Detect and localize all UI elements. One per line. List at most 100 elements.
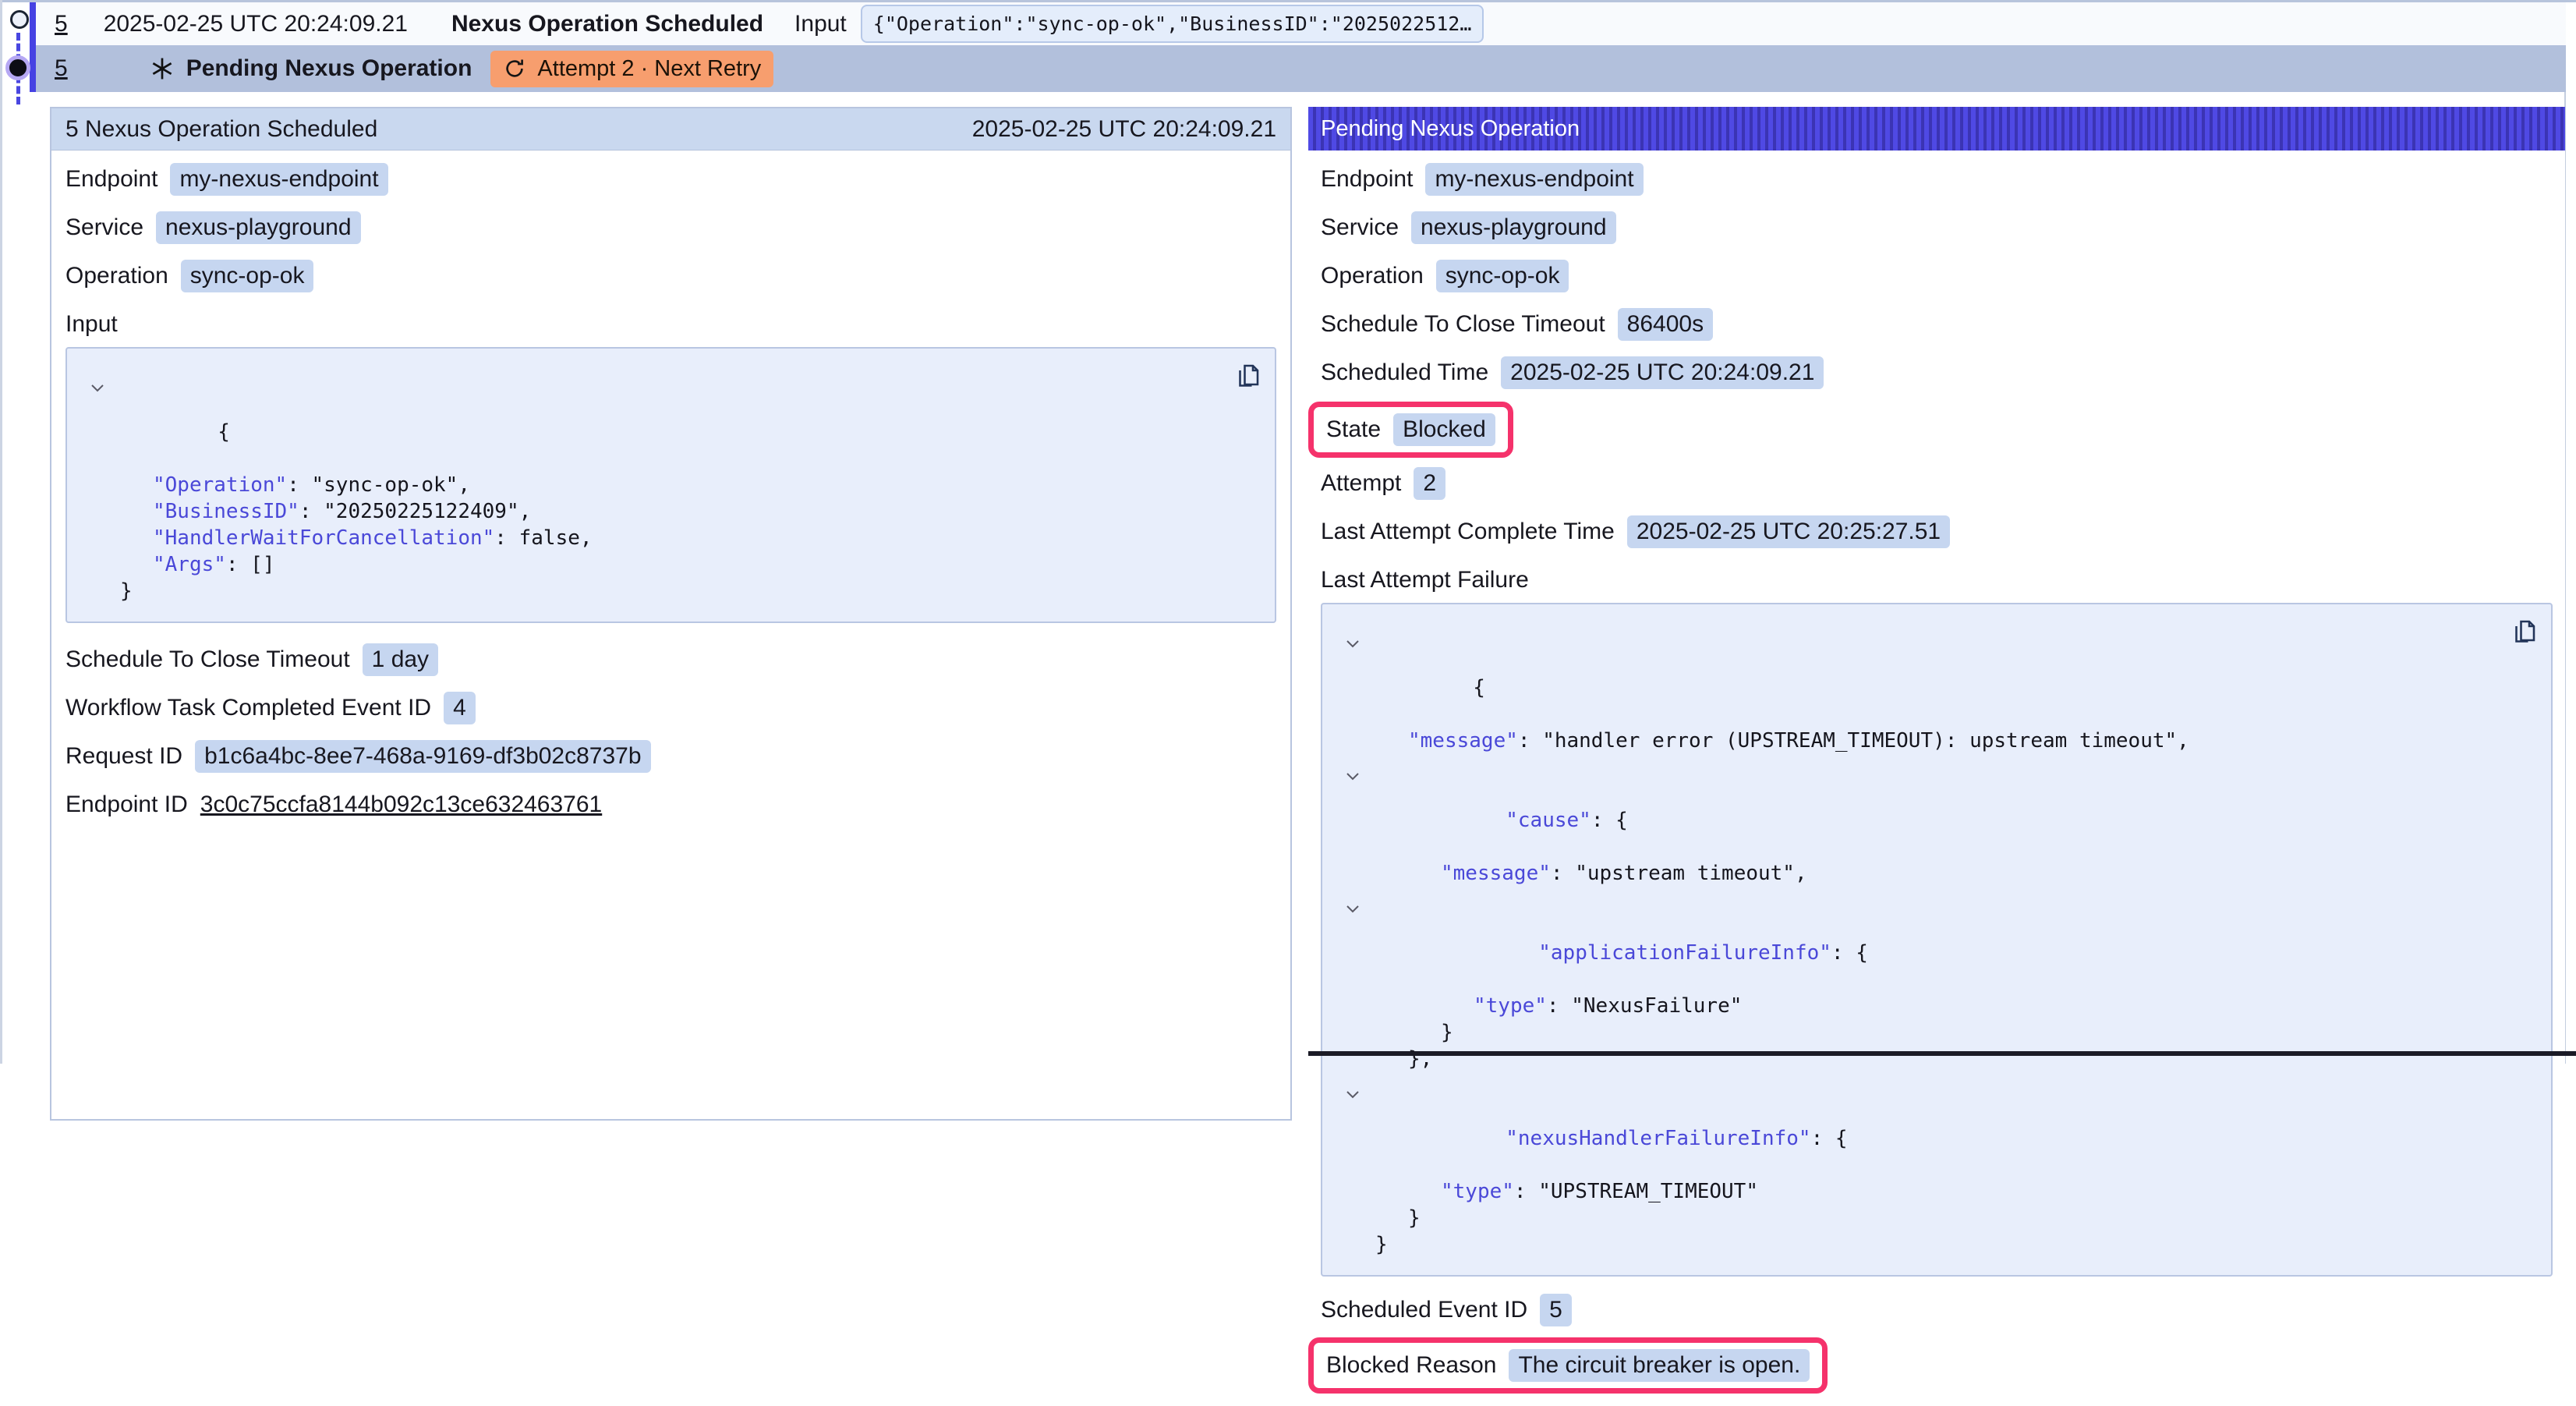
field-scheduled-event-id: Scheduled Event ID 5 [1321,1294,2553,1326]
event-row-pending[interactable]: 5 Pending Nexus Operation Attempt 2 · Ne… [36,45,2566,92]
page-left-border [0,0,2,1064]
event-input-label: Input [794,11,847,37]
code-line: "message": "handler error (UPSTREAM_TIME… [1338,728,2535,754]
failure-section-label: Last Attempt Failure [1321,564,2553,597]
field-value-chip: 2 [1414,467,1445,500]
field-label: Service [1321,214,1399,241]
field-operation: Operation sync-op-ok [65,260,1276,292]
field-value-chip: my-nexus-endpoint [170,163,387,196]
field-value-chip: sync-op-ok [1436,260,1569,292]
event-time: 2025-02-25 UTC 20:24:09.21 [104,11,408,37]
field-endpoint: Endpoint my-nexus-endpoint [1321,163,2553,196]
input-json-viewer: { "Operation": "sync-op-ok", "BusinessID… [65,347,1276,623]
scheduled-panel-time: 2025-02-25 UTC 20:24:09.21 [972,116,1276,143]
field-schedule-to-close-timeout: Schedule To Close Timeout 86400s [1321,308,2553,341]
collapse-chevron-icon[interactable] [1346,761,1360,788]
field-label: Schedule To Close Timeout [65,646,350,673]
event-id-link[interactable]: 5 [55,55,68,82]
field-label: Workflow Task Completed Event ID [65,695,431,721]
field-label: Service [65,214,143,241]
pending-panel-header: Pending Nexus Operation [1308,107,2565,151]
field-label: Blocked Reason [1326,1352,1496,1379]
details-bottom-divider [1308,1051,2576,1056]
code-line: "type": "UPSTREAM_TIMEOUT" [1338,1178,2535,1205]
code-line: "cause": { [1338,754,2535,860]
field-value-chip: sync-op-ok [181,260,314,292]
pending-asterisk-icon [149,55,175,82]
field-attempt: Attempt 2 [1321,467,2553,500]
blocked-reason-value-chip: The circuit breaker is open. [1509,1349,1810,1382]
collapse-chevron-icon[interactable] [1346,894,1360,920]
code-line: } [83,578,1259,604]
field-endpoint: Endpoint my-nexus-endpoint [65,163,1276,196]
pending-panel-title: Pending Nexus Operation [1321,116,1580,142]
field-label: Endpoint ID [65,792,188,818]
code-line: "message": "upstream timeout", [1338,860,2535,887]
code-line: { [1338,622,2535,728]
field-label: Scheduled Event ID [1321,1297,1527,1323]
field-label: Endpoint [1321,166,1413,193]
event-title: Nexus Operation Scheduled [451,11,763,37]
field-label: Attempt [1321,470,1401,497]
field-value-chip: 1 day [363,643,438,676]
field-value-chip: 5 [1540,1294,1572,1326]
field-value-chip: 86400s [1618,308,1713,341]
field-label: Schedule To Close Timeout [1321,311,1605,338]
code-line: } [1338,1019,2535,1046]
event-row-scheduled[interactable]: 5 2025-02-25 UTC 20:24:09.21 Nexus Opera… [36,2,2566,45]
field-workflow-task-completed-event-id: Workflow Task Completed Event ID 4 [65,692,1276,724]
state-value-chip: Blocked [1393,413,1495,446]
field-label: Request ID [65,743,182,770]
pending-operation-panel: Pending Nexus Operation Endpoint my-nexu… [1308,107,2565,1121]
scheduled-panel-title: 5 Nexus Operation Scheduled [65,116,377,143]
timeline-current-dot [5,55,30,80]
code-line: "applicationFailureInfo": { [1338,887,2535,993]
field-value-chip: my-nexus-endpoint [1425,163,1643,196]
field-scheduled-time: Scheduled Time 2025-02-25 UTC 20:24:09.2… [1321,356,2553,389]
field-label: State [1326,416,1381,443]
code-line: } [1338,1205,2535,1231]
code-line: } [1338,1231,2535,1258]
field-value-chip: 2025-02-25 UTC 20:24:09.21 [1501,356,1824,389]
collapse-chevron-icon[interactable] [1346,1079,1360,1106]
blocked-reason-highlight-box: Blocked Reason The circuit breaker is op… [1308,1337,1828,1394]
field-service: Service nexus-playground [65,211,1276,244]
input-section-label: Input [65,308,1276,341]
field-label: Operation [1321,263,1424,289]
timeline-open-dot [10,10,29,29]
field-label: Scheduled Time [1321,359,1488,386]
retry-icon [503,57,526,80]
field-value-chip: b1c6a4bc-8ee7-468a-9169-df3b02c8737b [195,740,650,773]
code-line: "HandlerWaitForCancellation": false, [83,525,1259,551]
endpoint-id-link[interactable]: 3c0c75ccfa8144b092c13ce632463761 [200,792,602,818]
collapse-chevron-icon[interactable] [1346,629,1360,655]
collapse-chevron-icon[interactable] [90,373,104,399]
code-line: "Args": [] [83,551,1259,578]
code-line: "nexusHandlerFailureInfo": { [1338,1072,2535,1178]
event-detail-panel-scheduled: 5 Nexus Operation Scheduled 2025-02-25 U… [50,107,1292,1121]
event-title: Pending Nexus Operation [186,55,472,82]
retry-status-badge: Attempt 2 · Next Retry [490,51,773,87]
code-line: "BusinessID": "20250225122409", [83,498,1259,525]
field-value-chip: nexus-playground [156,211,361,244]
selected-events-indicator-bar [30,2,36,92]
page-top-border [0,0,2576,2]
field-value-chip: 2025-02-25 UTC 20:25:27.51 [1627,515,1950,548]
state-highlight-box: State Blocked [1308,402,1513,458]
event-id-link[interactable]: 5 [55,11,68,37]
field-service: Service nexus-playground [1321,211,2553,244]
code-line: "Operation": "sync-op-ok", [83,472,1259,498]
field-label: Last Attempt Complete Time [1321,519,1615,545]
scheduled-panel-header: 5 Nexus Operation Scheduled 2025-02-25 U… [51,108,1290,151]
code-line: "type": "NexusFailure" [1338,993,2535,1019]
field-label: Operation [65,263,168,289]
field-value-chip: 4 [444,692,476,724]
event-input-preview-chip: {"Operation":"sync-op-ok","BusinessID":"… [861,5,1484,43]
code-line: }, [1338,1046,2535,1072]
retry-badge-label: Attempt 2 · Next Retry [537,56,761,82]
field-label: Endpoint [65,166,157,193]
field-request-id: Request ID b1c6a4bc-8ee7-468a-9169-df3b0… [65,740,1276,773]
failure-json-viewer: { "message": "handler error (UPSTREAM_TI… [1321,603,2553,1277]
field-value-chip: nexus-playground [1411,211,1616,244]
field-last-attempt-complete-time: Last Attempt Complete Time 2025-02-25 UT… [1321,515,2553,548]
